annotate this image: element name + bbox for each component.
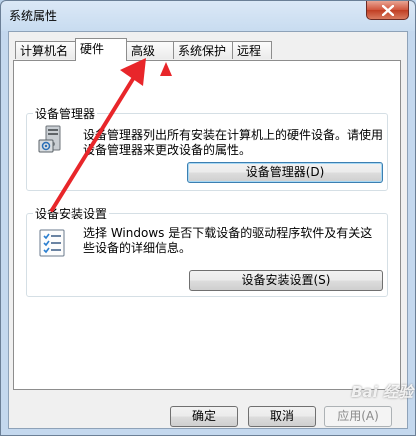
system-properties-window: 系统属性 计算机名 硬件 高级 系统保护 远程 设备管理器 设备管理器列出所有安… [0, 0, 416, 436]
tab-system-protection[interactable]: 系统保护 [173, 41, 233, 59]
tab-advanced[interactable]: 高级 [126, 41, 174, 59]
device-manager-group-label: 设备管理器 [33, 105, 98, 122]
close-icon [381, 4, 394, 17]
tab-computer-name[interactable]: 计算机名 [15, 41, 77, 59]
window-title: 系统属性 [9, 9, 58, 23]
close-button[interactable] [366, 1, 409, 20]
device-manager-button[interactable]: 设备管理器(D) [187, 162, 383, 183]
device-install-group-label: 设备安装设置 [33, 205, 110, 222]
ok-button[interactable]: 确定 [170, 406, 238, 427]
device-install-settings-button[interactable]: 设备安装设置(S) [189, 270, 383, 291]
cancel-button[interactable]: 取消 [248, 406, 316, 427]
dialog-client-area: 计算机名 硬件 高级 系统保护 远程 设备管理器 设备管理器列出所有安装在计算机… [8, 31, 408, 429]
hardware-tab-panel: 设备管理器 设备管理器列出所有安装在计算机上的硬件设备。请使用设备管理器来更改设… [13, 60, 401, 390]
device-install-settings-icon [39, 229, 65, 257]
tab-strip: 计算机名 硬件 高级 系统保护 远程 [13, 38, 405, 61]
device-manager-icon [38, 125, 61, 153]
device-manager-group: 设备管理器 设备管理器列出所有安装在计算机上的硬件设备。请使用设备管理器来更改设… [26, 105, 388, 191]
device-manager-description: 设备管理器列出所有安装在计算机上的硬件设备。请使用设备管理器来更改设备的属性。 [83, 128, 384, 157]
device-install-description: 选择 Windows 是否下载设备的驱动程序软件及有关这些设备的详细信息。 [83, 226, 373, 255]
apply-button[interactable]: 应用(A) [324, 406, 392, 427]
baidu-watermark: Bai 经验 [351, 383, 413, 401]
tab-remote[interactable]: 远程 [232, 41, 272, 59]
title-bar[interactable]: 系统属性 [1, 1, 415, 31]
device-install-group: 设备安装设置 选择 Windows 是否下载设备的驱动程序软件及有关这些设备的详… [26, 205, 388, 297]
tab-hardware[interactable]: 硬件 [75, 38, 127, 61]
